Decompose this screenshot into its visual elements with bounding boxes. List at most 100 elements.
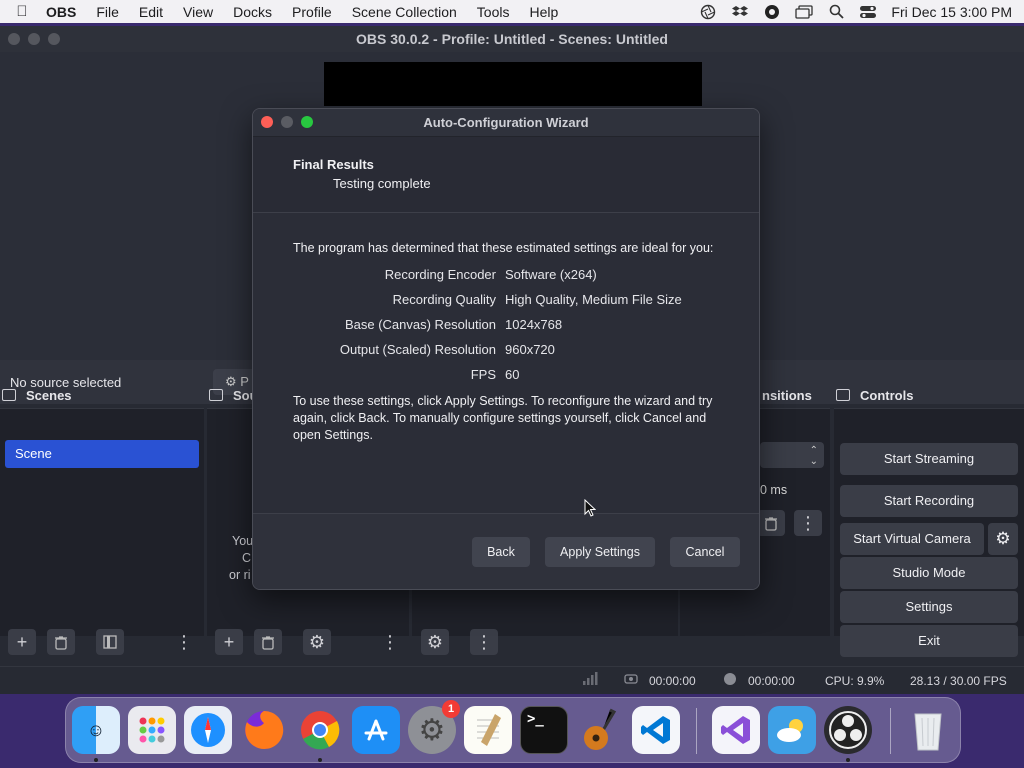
setting-value: 60 bbox=[505, 367, 520, 382]
menu-tools[interactable]: Tools bbox=[467, 4, 520, 20]
visual-studio-icon[interactable] bbox=[712, 706, 760, 754]
cancel-button[interactable]: Cancel bbox=[670, 537, 740, 567]
add-icon[interactable]: + bbox=[215, 629, 243, 655]
menu-view[interactable]: View bbox=[173, 4, 223, 20]
controls-dock-title: Controls bbox=[834, 382, 913, 408]
vscode-icon[interactable] bbox=[632, 706, 680, 754]
setting-row: Output (Scaled) Resolution 960x720 bbox=[253, 342, 759, 362]
settings-button[interactable]: Settings bbox=[840, 591, 1018, 623]
setting-value: Software (x264) bbox=[505, 267, 597, 282]
trash-icon[interactable] bbox=[904, 706, 952, 754]
running-indicator bbox=[846, 758, 850, 762]
transition-duration[interactable]: 0 ms bbox=[760, 478, 824, 502]
setting-row: Base (Canvas) Resolution 1024x768 bbox=[253, 317, 759, 337]
zoom-icon[interactable] bbox=[48, 33, 60, 45]
dock-float-icon[interactable] bbox=[209, 389, 223, 401]
results-instructions: To use these settings, click Apply Setti… bbox=[293, 394, 713, 442]
textedit-icon[interactable] bbox=[464, 706, 512, 754]
window-controls bbox=[8, 33, 60, 45]
aperture-icon[interactable] bbox=[699, 4, 717, 19]
system-settings-icon[interactable]: ⚙ 1 bbox=[408, 700, 460, 754]
trash-icon[interactable] bbox=[47, 629, 75, 655]
setting-label: Base (Canvas) Resolution bbox=[344, 317, 496, 332]
firefox-icon[interactable] bbox=[240, 706, 288, 754]
terminal-icon[interactable]: >_ bbox=[520, 706, 568, 754]
launchpad-icon[interactable] bbox=[128, 706, 176, 754]
apple-icon[interactable]:  bbox=[0, 3, 36, 20]
setting-value: 1024x768 bbox=[505, 317, 563, 332]
dialog-window-controls bbox=[261, 116, 313, 128]
menu-app[interactable]: OBS bbox=[36, 4, 86, 20]
dock-float-icon[interactable] bbox=[836, 389, 850, 401]
dock-divider bbox=[890, 708, 891, 754]
finder-icon[interactable]: ☺ bbox=[72, 706, 120, 754]
signal-bars-icon bbox=[582, 672, 598, 689]
screen-mirroring-icon[interactable] bbox=[795, 4, 814, 19]
record-status-icon[interactable] bbox=[763, 4, 781, 19]
studio-mode-button[interactable]: Studio Mode bbox=[840, 557, 1018, 589]
exit-button[interactable]: Exit bbox=[840, 625, 1018, 657]
preview-canvas[interactable] bbox=[324, 62, 702, 106]
window-title: OBS 30.0.2 - Profile: Untitled - Scenes:… bbox=[356, 31, 668, 47]
menu-help[interactable]: Help bbox=[519, 4, 568, 20]
menu-docks[interactable]: Docks bbox=[223, 4, 282, 20]
menu-file[interactable]: File bbox=[86, 4, 129, 20]
macos-dock: ☺ ⚙ 1 >_ bbox=[65, 697, 961, 763]
transitions-dock-title: nsitions bbox=[762, 387, 812, 403]
obs-titlebar: OBS 30.0.2 - Profile: Untitled - Scenes:… bbox=[0, 26, 1024, 52]
dock-float-icon[interactable] bbox=[2, 389, 16, 401]
sources-dock-title: Sou bbox=[207, 382, 258, 408]
chevron-updown-icon: ⌃ ⌄ bbox=[809, 445, 818, 467]
garageband-icon[interactable] bbox=[576, 706, 624, 754]
more-vertical-icon[interactable]: ⋮ bbox=[794, 510, 822, 536]
more-vertical-icon[interactable]: ⋮ bbox=[170, 629, 198, 655]
page-subtitle: Testing complete bbox=[333, 176, 431, 191]
start-recording-button[interactable]: Start Recording bbox=[840, 485, 1018, 517]
page-title: Final Results bbox=[293, 157, 374, 172]
trash-icon[interactable] bbox=[757, 510, 785, 536]
notification-badge: 1 bbox=[442, 700, 460, 718]
setting-label: FPS bbox=[470, 367, 496, 382]
safari-icon[interactable] bbox=[184, 706, 232, 754]
running-indicator bbox=[94, 758, 98, 762]
menu-edit[interactable]: Edit bbox=[129, 4, 173, 20]
close-icon[interactable] bbox=[8, 33, 20, 45]
gear-icon[interactable]: ⚙ bbox=[303, 629, 331, 655]
menu-profile[interactable]: Profile bbox=[282, 4, 342, 20]
results-intro: The program has determined that these es… bbox=[293, 241, 714, 255]
control-center-icon[interactable] bbox=[859, 5, 877, 19]
scenes-dock-title: Scenes bbox=[0, 382, 72, 408]
menu-clock[interactable]: Fri Dec 15 3:00 PM bbox=[891, 4, 1012, 20]
menu-scene-collection[interactable]: Scene Collection bbox=[342, 4, 467, 20]
dialog-header: Final Results Testing complete bbox=[253, 137, 759, 213]
close-icon[interactable] bbox=[261, 116, 273, 128]
auto-config-wizard-dialog: Auto-Configuration Wizard Final Results … bbox=[252, 108, 760, 590]
add-icon[interactable]: + bbox=[8, 629, 36, 655]
spotlight-search-icon[interactable] bbox=[827, 4, 845, 19]
dropbox-icon[interactable] bbox=[731, 5, 749, 19]
scene-list-item[interactable]: Scene bbox=[5, 440, 199, 468]
app-store-icon[interactable] bbox=[352, 706, 400, 754]
stream-status-icon bbox=[624, 672, 638, 689]
weather-icon[interactable] bbox=[768, 706, 816, 754]
start-streaming-button[interactable]: Start Streaming bbox=[840, 443, 1018, 475]
status-bar: 00:00:00 00:00:00 CPU: 9.9% 28.13 / 30.0… bbox=[0, 666, 1024, 694]
apply-settings-button[interactable]: Apply Settings bbox=[545, 537, 655, 567]
chrome-icon[interactable] bbox=[296, 706, 344, 754]
filter-icon[interactable] bbox=[96, 629, 124, 655]
setting-row: FPS 60 bbox=[253, 367, 759, 387]
minimize-icon[interactable] bbox=[28, 33, 40, 45]
obs-icon[interactable] bbox=[824, 706, 872, 754]
transition-select[interactable]: ⌃ ⌄ bbox=[760, 442, 824, 468]
trash-icon[interactable] bbox=[254, 629, 282, 655]
setting-row: Recording Quality High Quality, Medium F… bbox=[253, 292, 759, 312]
back-button[interactable]: Back bbox=[472, 537, 530, 567]
more-vertical-icon[interactable]: ⋮ bbox=[376, 629, 404, 655]
virtual-camera-gear-icon[interactable]: ⚙ bbox=[988, 523, 1018, 555]
more-vertical-icon[interactable]: ⋮ bbox=[470, 629, 498, 655]
record-time: 00:00:00 bbox=[748, 674, 795, 688]
dialog-titlebar: Auto-Configuration Wizard bbox=[253, 109, 759, 137]
zoom-icon[interactable] bbox=[301, 116, 313, 128]
start-virtual-camera-button[interactable]: Start Virtual Camera bbox=[840, 523, 984, 555]
advanced-audio-gear-icon[interactable]: ⚙ bbox=[421, 629, 449, 655]
